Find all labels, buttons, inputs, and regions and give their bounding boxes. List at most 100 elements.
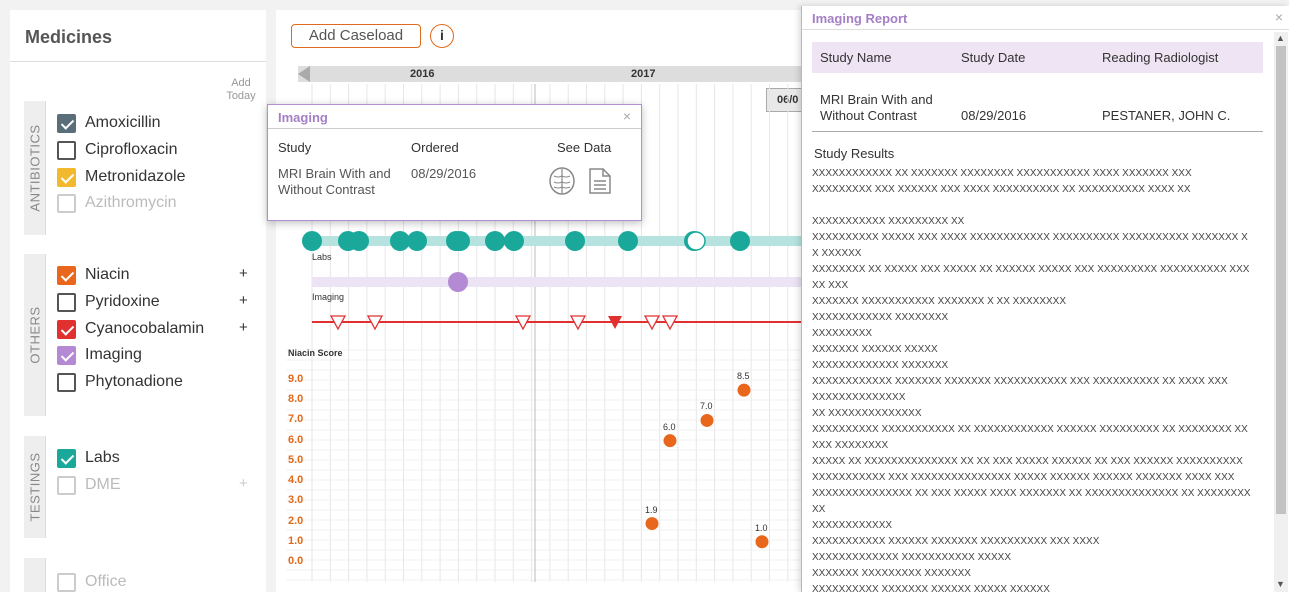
- checkbox-ciprofloxacin[interactable]: [57, 140, 76, 160]
- labs-dot: [485, 231, 505, 251]
- checkbox-cyanocobalamin[interactable]: [57, 319, 76, 339]
- th-study-date: Study Date: [961, 50, 1026, 65]
- med-label: Office: [85, 573, 127, 590]
- add-dme-button[interactable]: +: [239, 475, 248, 492]
- niacin-data-label: 6.0: [663, 421, 676, 432]
- group-tab-others[interactable]: OTHERS: [24, 254, 46, 416]
- group-label-others: OTHERS: [27, 306, 42, 364]
- sidebar-title: Medicines: [25, 27, 113, 47]
- niacin-data-label: 8.5: [737, 371, 750, 382]
- report-scrollbar[interactable]: ▲ ▼: [1274, 32, 1288, 592]
- niacin-point: [755, 535, 769, 549]
- popup-col-ordered: Ordered: [411, 140, 459, 155]
- imaging-report-close-icon[interactable]: ×: [1275, 9, 1283, 25]
- med-label: Pyridoxine: [85, 293, 160, 310]
- group-label-antibiotics: ANTIBIOTICS: [27, 124, 42, 212]
- row-label-imaging: Imaging: [312, 292, 345, 302]
- document-icon[interactable]: [588, 167, 612, 195]
- td-study-name: MRI Brain With and Without Contrast: [820, 92, 933, 123]
- axis-tick: 3.0: [288, 494, 304, 507]
- labs-dot: [450, 231, 470, 251]
- niacin-point: [737, 383, 751, 397]
- med-item-dme[interactable]: DME: [57, 475, 121, 495]
- med-item-cyanocobalamin[interactable]: Cyanocobalamin: [57, 319, 204, 339]
- axis-tick: 5.0: [288, 453, 304, 466]
- report-table-header: Study Name Study Date Reading Radiologis…: [812, 42, 1263, 73]
- med-item-amoxicillin[interactable]: Amoxicillin: [57, 113, 161, 133]
- med-item-metronidazole[interactable]: Metronidazole: [57, 167, 186, 187]
- labs-dot: [302, 231, 322, 251]
- med-item-pyridoxine[interactable]: Pyridoxine: [57, 292, 160, 312]
- med-item-azithromycin[interactable]: Azithromycin: [57, 193, 177, 213]
- niacin-point: [645, 517, 659, 531]
- niacin-data-label: 1.0: [755, 522, 768, 533]
- add-niacin-button[interactable]: +: [239, 265, 248, 282]
- imaging-popup-close-icon[interactable]: ×: [623, 108, 631, 124]
- med-label: Imaging: [85, 346, 142, 363]
- imaging-report-panel: Imaging Report × Study Name Study Date R…: [801, 6, 1289, 592]
- niacin-data-label: 7.0: [700, 401, 713, 412]
- axis-tick: 7.0: [288, 413, 304, 426]
- niacin-point: [663, 434, 677, 448]
- imaging-popup: Imaging × Study Ordered See Data MRI Bra…: [267, 104, 642, 221]
- med-label: Phytonadione: [85, 373, 183, 390]
- add-cyanocobalamin-button[interactable]: +: [239, 319, 248, 336]
- checkbox-pyridoxine[interactable]: [57, 292, 76, 312]
- med-label: DME: [85, 476, 121, 493]
- td-study-date: 08/29/2016: [961, 108, 1027, 123]
- axis-tick: 0.0: [288, 555, 304, 567]
- axis-tick: 2.0: [288, 514, 304, 527]
- medicines-sidebar: Medicines Add Today ANTIBIOTICS OTHERS T…: [10, 10, 266, 592]
- scroll-up-icon[interactable]: ▲: [1276, 33, 1285, 43]
- med-item-office[interactable]: Office: [57, 572, 127, 592]
- popup-ordered-value: 08/29/2016: [411, 166, 477, 181]
- niacin-data-label: 1.9: [645, 504, 658, 515]
- labs-dot: [407, 231, 427, 251]
- labs-dot: [565, 231, 585, 251]
- add-today-label: Add Today: [226, 77, 256, 102]
- med-item-ciprofloxacin[interactable]: Ciprofloxacin: [57, 140, 177, 160]
- imaging-report-title: Imaging Report: [802, 6, 1289, 30]
- med-item-imaging[interactable]: Imaging: [57, 345, 142, 365]
- checkbox-dme[interactable]: [57, 475, 76, 495]
- sidebar-divider: [10, 61, 266, 62]
- checkbox-imaging[interactable]: [57, 345, 76, 365]
- group-tab-testings[interactable]: TESTINGS: [24, 436, 46, 538]
- labs-dot: [349, 231, 369, 251]
- axis-tick: 6.0: [288, 433, 304, 446]
- th-reading-radiologist: Reading Radiologist: [1102, 50, 1219, 65]
- row-label-labs: Labs: [312, 252, 332, 262]
- med-label: Niacin: [85, 266, 130, 283]
- th-study-name: Study Name: [820, 50, 892, 65]
- med-item-phytonadione[interactable]: Phytonadione: [57, 372, 183, 392]
- report-divider: [812, 131, 1263, 132]
- imaging-popup-title: Imaging: [268, 105, 641, 129]
- axis-tick: 8.0: [288, 393, 304, 406]
- checkbox-phytonadione[interactable]: [57, 372, 76, 392]
- checkbox-azithromycin[interactable]: [57, 193, 76, 213]
- labs-dot: [504, 231, 524, 251]
- imaging-band: [312, 277, 806, 287]
- med-item-niacin[interactable]: Niacin: [57, 265, 129, 285]
- brain-icon[interactable]: [548, 166, 576, 196]
- scroll-thumb[interactable]: [1276, 46, 1286, 514]
- checkbox-amoxicillin[interactable]: [57, 113, 76, 133]
- checkbox-office[interactable]: [57, 572, 76, 592]
- popup-study-value: MRI Brain With and Without Contrast: [278, 166, 391, 197]
- checkbox-niacin[interactable]: [57, 265, 76, 285]
- popup-col-study: Study: [278, 140, 312, 155]
- med-label: Ciprofloxacin: [85, 141, 178, 158]
- add-pyridoxine-button[interactable]: +: [239, 292, 248, 309]
- labs-dot: [618, 231, 638, 251]
- td-radiologist: PESTANER, JOHN C.: [1102, 108, 1231, 123]
- med-item-labs[interactable]: Labs: [57, 448, 120, 468]
- checkbox-labs[interactable]: [57, 448, 76, 468]
- group-tab-antibiotics[interactable]: ANTIBIOTICS: [24, 101, 46, 235]
- checkbox-metronidazole[interactable]: [57, 167, 76, 187]
- group-tab-office: [24, 558, 46, 592]
- med-label: Metronidazole: [85, 168, 186, 185]
- timeline-plot: [286, 84, 806, 582]
- axis-tick: 4.0: [288, 474, 304, 487]
- scroll-down-icon[interactable]: ▼: [1276, 579, 1285, 589]
- niacin-point: [700, 413, 714, 427]
